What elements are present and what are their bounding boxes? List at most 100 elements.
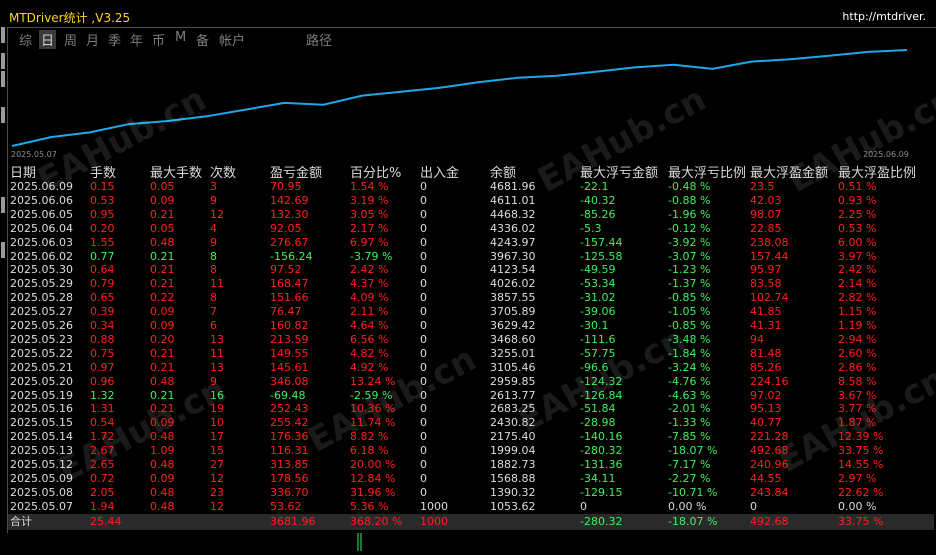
cell-count: 27: [210, 458, 224, 471]
cell-deposit: 0: [420, 332, 427, 346]
cell-lots: 0.72: [90, 471, 115, 485]
cell-max-float-profit-pct: 2.25 %: [838, 207, 877, 221]
cell-max-float-loss-pct: -0.12 %: [668, 221, 711, 235]
cell-max-float-profit: 85.26: [750, 360, 782, 374]
cell-date: 2025.05.13: [10, 444, 73, 458]
cell-max-lots: 1.09: [150, 444, 175, 458]
cell-date: 2025.05.15: [10, 416, 73, 430]
cell-max-lots: 0.48: [150, 458, 175, 471]
cell-deposit: 0: [420, 444, 427, 458]
cell-percent: 2.11 %: [350, 305, 389, 319]
cell-deposit: 0: [420, 235, 427, 249]
cell-max-float-loss: -85.26: [580, 207, 616, 221]
cell-max-float-profit-pct: 14.55 %: [838, 458, 884, 471]
cell-max-lots: 0.21: [150, 388, 175, 402]
cell-date: 2025.06.09: [10, 180, 73, 193]
cell-balance: 3967.30: [490, 249, 536, 263]
cell-pnl: 53.62: [270, 499, 302, 513]
cell-balance: 2175.40: [490, 430, 536, 444]
cell-lots: 0.79: [90, 277, 115, 291]
total-lots: 25.44: [90, 515, 122, 528]
total-deposit: 1000: [420, 515, 448, 528]
cell-balance: 1390.32: [490, 485, 536, 499]
cell-count: 17: [210, 430, 224, 444]
cell-pnl: 313.85: [270, 458, 309, 471]
cell-max-float-loss-pct: -1.23 %: [668, 263, 711, 277]
cell-lots: 1.94: [90, 499, 115, 513]
cell-max-lots: 0.48: [150, 235, 175, 249]
cell-date: 2025.05.09: [10, 471, 73, 485]
cell-lots: 0.20: [90, 221, 115, 235]
cell-pnl: 149.55: [270, 346, 309, 360]
cell-balance: 4468.32: [490, 207, 536, 221]
cell-max-float-profit: 238.08: [750, 235, 789, 249]
cell-max-float-profit-pct: 2.42 %: [838, 263, 877, 277]
cell-balance: 4123.54: [490, 263, 536, 277]
cell-count: 3: [210, 180, 217, 193]
cell-max-float-loss: 0: [580, 499, 587, 513]
cell-lots: 1.32: [90, 388, 115, 402]
cell-balance: 1053.62: [490, 499, 536, 513]
bottom-bar: [0, 533, 936, 551]
total-pnl: 3681.96: [270, 515, 316, 528]
cell-date: 2025.05.26: [10, 319, 73, 332]
cell-max-float-loss: -30.1: [580, 319, 609, 332]
cell-count: 9: [210, 235, 217, 249]
cell-percent: 3.05 %: [350, 207, 389, 221]
cell-max-float-profit: 81.48: [750, 346, 782, 360]
cell-max-float-loss: -131.36: [580, 458, 623, 471]
cell-deposit: 0: [420, 430, 427, 444]
cell-max-float-loss-pct: -2.27 %: [668, 471, 711, 485]
cell-max-float-profit: 0: [750, 499, 757, 513]
table-row: 2025.05.19 1.32 0.21 16 -69.48 -2.59 % 0 2613.7…: [0, 388, 936, 403]
cell-max-lots: 0.21: [150, 207, 175, 221]
cell-pnl: 178.56: [270, 471, 309, 485]
app-url[interactable]: http://mtdriver.: [842, 10, 926, 23]
cell-count: 4: [210, 221, 217, 235]
table-row: 2025.05.22 0.75 0.21 11 149.55 4.82 % 0 3255.01…: [0, 346, 936, 361]
balance-chart: 2025.05.07 2025.06.09: [10, 46, 935, 159]
cell-deposit: 0: [420, 193, 427, 207]
cell-max-float-profit: 102.74: [750, 291, 789, 305]
cell-count: 9: [210, 374, 217, 388]
cell-count: 13: [210, 360, 224, 374]
cell-max-float-profit-pct: 2.14 %: [838, 277, 877, 291]
cell-count: 8: [210, 249, 217, 263]
cell-max-float-loss: -140.16: [580, 430, 623, 444]
cell-count: 23: [210, 485, 224, 499]
cell-lots: 0.15: [90, 180, 115, 193]
cell-max-float-profit: 22.85: [750, 221, 782, 235]
cell-percent: 31.96 %: [350, 485, 396, 499]
cell-lots: 2.05: [90, 485, 115, 499]
cell-balance: 3255.01: [490, 346, 536, 360]
cell-percent: 2.17 %: [350, 221, 389, 235]
cell-max-float-profit: 40.77: [750, 416, 782, 430]
balance-series-line: [11, 49, 908, 147]
cell-max-float-profit: 42.03: [750, 193, 782, 207]
cell-balance: 2613.77: [490, 388, 536, 402]
cell-pnl: 160.82: [270, 319, 309, 332]
table-row: 2025.06.02 0.77 0.21 8 -156.24 -3.79 % 0 3967.3…: [0, 249, 936, 264]
table-row: 2025.06.04 0.20 0.05 4 92.05 2.17 % 0 4336.02 -5…: [0, 221, 936, 236]
cell-pnl: 145.61: [270, 360, 309, 374]
cell-deposit: 0: [420, 277, 427, 291]
table-row: 2025.05.21 0.97 0.21 13 145.61 4.92 % 0 3105.46…: [0, 360, 936, 375]
chart-start-date: 2025.05.07: [11, 150, 57, 159]
tab-m[interactable]: M: [175, 30, 186, 45]
cell-max-lots: 0.09: [150, 471, 175, 485]
cell-percent: 13.24 %: [350, 374, 396, 388]
cell-max-lots: 0.20: [150, 332, 175, 346]
cell-pnl: 92.05: [270, 221, 302, 235]
cell-max-lots: 0.09: [150, 305, 175, 319]
cell-max-float-loss: -129.15: [580, 485, 623, 499]
cell-max-lots: 0.05: [150, 180, 175, 193]
cell-deposit: 0: [420, 207, 427, 221]
cell-deposit: 0: [420, 319, 427, 332]
cell-max-float-profit-pct: 1.19 %: [838, 319, 877, 332]
cell-max-lots: 0.21: [150, 402, 175, 416]
cell-count: 13: [210, 332, 224, 346]
cell-balance: 3857.55: [490, 291, 536, 305]
cell-count: 16: [210, 388, 224, 402]
cell-count: 12: [210, 471, 224, 485]
cell-max-float-loss-pct: -0.48 %: [668, 180, 711, 193]
